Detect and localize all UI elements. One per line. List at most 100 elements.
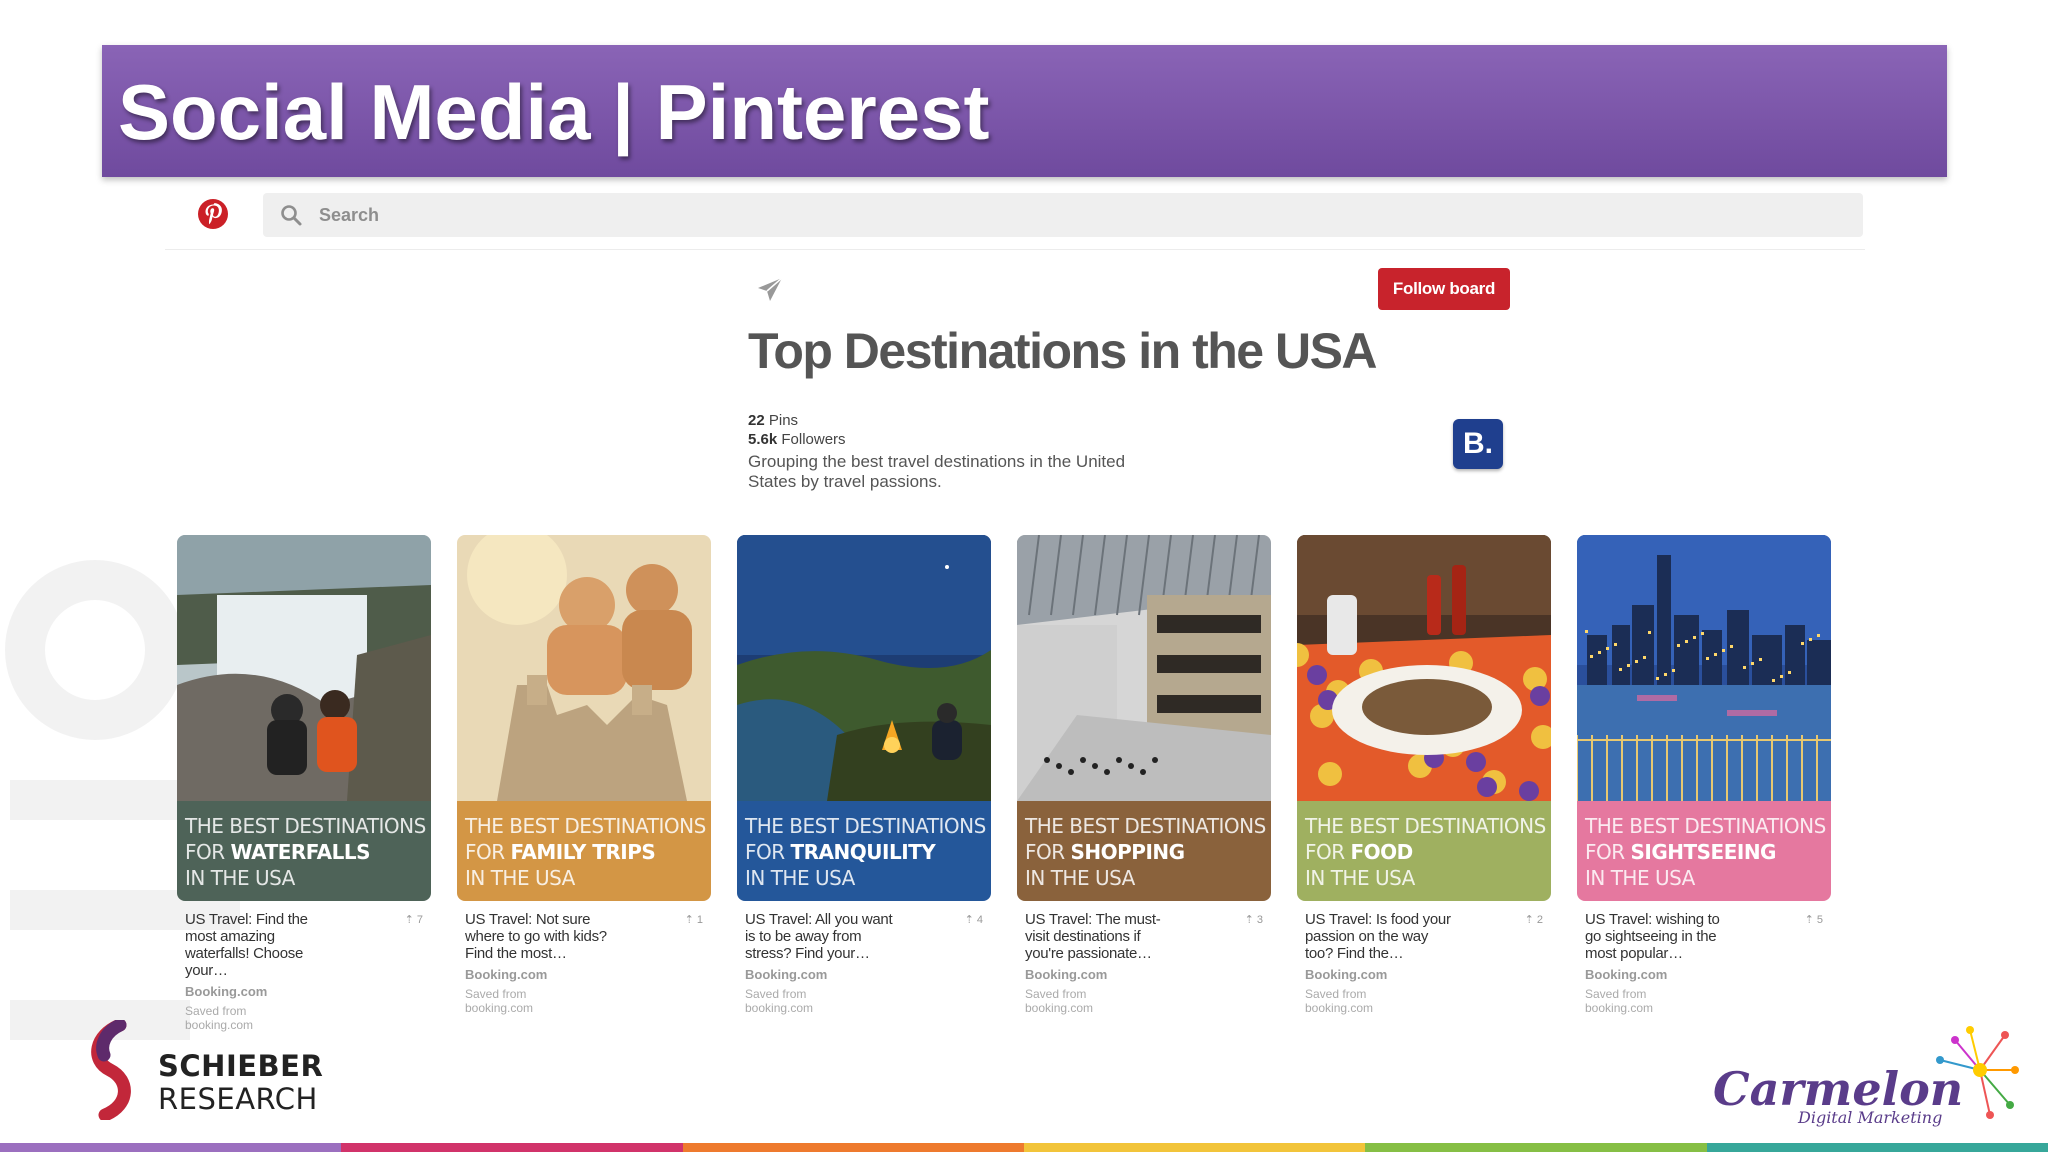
pin-saved-from: Saved from booking.com (1305, 987, 1374, 1015)
search-input[interactable]: Search (263, 193, 1863, 237)
pin-caption-line1: THE BEST DESTINATIONS (465, 814, 706, 838)
pins-label: Pins (764, 412, 799, 429)
sandcastle-scene (457, 535, 711, 801)
pin-caption: THE BEST DESTINATIONS FOR TRANQUILITY IN… (737, 801, 991, 901)
pin-count-value: 5 (1816, 914, 1823, 926)
pin-icon: ⇡ (684, 914, 697, 926)
followers-count: 5.6k (748, 431, 778, 448)
color-strip-segment (0, 1143, 342, 1152)
color-strip-segment (682, 1143, 1024, 1152)
color-strip-segment (1365, 1143, 1707, 1152)
campfire-scene (737, 535, 991, 801)
pin-description: US Travel: Find the most amazing waterfa… (185, 911, 308, 979)
pin-image-card[interactable]: THE BEST DESTINATIONS FOR SIGHTSEEING IN… (1577, 535, 1831, 901)
pin-meta: US Travel: wishing to go sightseeing in … (1577, 901, 1831, 1015)
pin-description: US Travel: The must-visit destinations i… (1025, 911, 1161, 962)
pin-meta: US Travel: The must-visit destinations i… (1017, 901, 1271, 1015)
skyline-scene (1577, 535, 1831, 801)
pin-image-card[interactable]: THE BEST DESTINATIONS FOR WATERFALLS IN … (177, 535, 431, 901)
pin-meta: US Travel: Find the most amazing waterfa… (177, 901, 431, 1032)
board-stats: 22 Pins 5.6k Followers (748, 411, 846, 449)
pin-caption: THE BEST DESTINATIONS FOR FAMILY TRIPS I… (457, 801, 711, 901)
pin-caption-line3: IN THE USA (465, 866, 575, 890)
pin-caption: THE BEST DESTINATIONS FOR SHOPPING IN TH… (1017, 801, 1271, 901)
pin-source[interactable]: Booking.com (1305, 967, 1543, 982)
pin-source[interactable]: Booking.com (1025, 967, 1263, 982)
pinterest-topbar: Search (165, 190, 1865, 250)
send-icon[interactable] (755, 275, 785, 305)
pin-caption-prefix: FOR (1025, 840, 1071, 864)
color-strip-segment (1706, 1143, 2048, 1152)
pin-caption-theme: FAMILY TRIPS (510, 840, 656, 864)
color-strip-segment (341, 1143, 683, 1152)
pin-count-value: 2 (1536, 914, 1543, 926)
pin-icon: ⇡ (964, 914, 977, 926)
booking-avatar[interactable]: B. (1453, 419, 1503, 469)
pin-source[interactable]: Booking.com (185, 984, 423, 999)
pin-caption-theme: TRANQUILITY (790, 840, 936, 864)
pin-description: US Travel: wishing to go sightseeing in … (1585, 911, 1720, 962)
pin-icon: ⇡ (1524, 914, 1537, 926)
pins-count: 22 (748, 412, 765, 429)
pin-caption-theme: FOOD (1350, 840, 1414, 864)
carmelon-tagline: Digital Marketing (1798, 1108, 1943, 1127)
followers-label: Followers (777, 431, 846, 448)
pin-card[interactable]: THE BEST DESTINATIONS FOR TRANQUILITY IN… (737, 535, 991, 1015)
title-banner: Social Media | Pinterest (102, 45, 1947, 177)
pin-card[interactable]: THE BEST DESTINATIONS FOR WATERFALLS IN … (177, 535, 431, 1032)
pin-card[interactable]: THE BEST DESTINATIONS FOR FAMILY TRIPS I… (457, 535, 711, 1015)
soup-scene (1297, 535, 1551, 801)
pin-caption-line3: IN THE USA (1585, 866, 1695, 890)
pin-source[interactable]: Booking.com (745, 967, 983, 982)
pin-saved-from: Saved from booking.com (185, 1004, 254, 1032)
pin-repin-count: ⇡ 1 (685, 913, 703, 926)
pin-repin-count: ⇡ 4 (965, 913, 983, 926)
waterfall-scene (177, 535, 431, 801)
mall-scene (1017, 535, 1271, 801)
board-description: Grouping the best travel destinations in… (748, 452, 1126, 491)
pin-meta: US Travel: Not sure where to go with kid… (457, 901, 711, 1015)
schieber-line2: RESEARCH (158, 1082, 318, 1116)
pin-caption-theme: SIGHTSEEING (1630, 840, 1777, 864)
pin-image-card[interactable]: THE BEST DESTINATIONS FOR SHOPPING IN TH… (1017, 535, 1271, 901)
pin-source[interactable]: Booking.com (1585, 967, 1823, 982)
pin-caption-prefix: FOR (465, 840, 511, 864)
pin-caption-theme: SHOPPING (1070, 840, 1186, 864)
pin-caption-theme: WATERFALLS (230, 840, 371, 864)
pin-icon: ⇡ (1804, 914, 1817, 926)
pin-caption: THE BEST DESTINATIONS FOR FOOD IN THE US… (1297, 801, 1551, 901)
pin-card[interactable]: THE BEST DESTINATIONS FOR SHOPPING IN TH… (1017, 535, 1271, 1015)
pin-repin-count: ⇡ 2 (1525, 913, 1543, 926)
pin-repin-count: ⇡ 5 (1805, 913, 1823, 926)
pin-caption-line3: IN THE USA (745, 866, 855, 890)
pin-caption: THE BEST DESTINATIONS FOR SIGHTSEEING IN… (1577, 801, 1831, 901)
pin-caption-line3: IN THE USA (1305, 866, 1415, 890)
color-strip (0, 1143, 2048, 1152)
pinterest-logo-icon[interactable] (197, 198, 229, 230)
pin-card[interactable]: THE BEST DESTINATIONS FOR SIGHTSEEING IN… (1577, 535, 1831, 1015)
pins-stat[interactable]: 22 Pins (748, 411, 846, 430)
pin-repin-count: ⇡ 3 (1245, 913, 1263, 926)
pin-count-value: 7 (416, 914, 423, 926)
pin-image-card[interactable]: THE BEST DESTINATIONS FOR FAMILY TRIPS I… (457, 535, 711, 901)
follow-board-button[interactable]: Follow board (1378, 268, 1510, 310)
pin-count-value: 1 (696, 914, 703, 926)
pin-saved-from: Saved from booking.com (1585, 987, 1654, 1015)
pin-source[interactable]: Booking.com (465, 967, 703, 982)
pin-icon: ⇡ (404, 914, 417, 926)
pin-caption-line1: THE BEST DESTINATIONS (185, 814, 426, 838)
pin-caption-prefix: FOR (745, 840, 791, 864)
pin-caption-line1: THE BEST DESTINATIONS (1305, 814, 1546, 838)
pin-caption: THE BEST DESTINATIONS FOR WATERFALLS IN … (177, 801, 431, 901)
pin-caption-prefix: FOR (1585, 840, 1631, 864)
search-placeholder: Search (319, 205, 380, 225)
pin-image-card[interactable]: THE BEST DESTINATIONS FOR TRANQUILITY IN… (737, 535, 991, 901)
pin-repin-count: ⇡ 7 (405, 913, 423, 926)
followers-stat[interactable]: 5.6k Followers (748, 430, 846, 449)
pin-image-card[interactable]: THE BEST DESTINATIONS FOR FOOD IN THE US… (1297, 535, 1551, 901)
pin-saved-from: Saved from booking.com (745, 987, 814, 1015)
schieber-line1: SCHIEBER (158, 1049, 324, 1083)
slide-title: Social Media | Pinterest (118, 68, 990, 156)
board-title: Top Destinations in the USA (748, 323, 1378, 379)
pin-card[interactable]: THE BEST DESTINATIONS FOR FOOD IN THE US… (1297, 535, 1551, 1015)
